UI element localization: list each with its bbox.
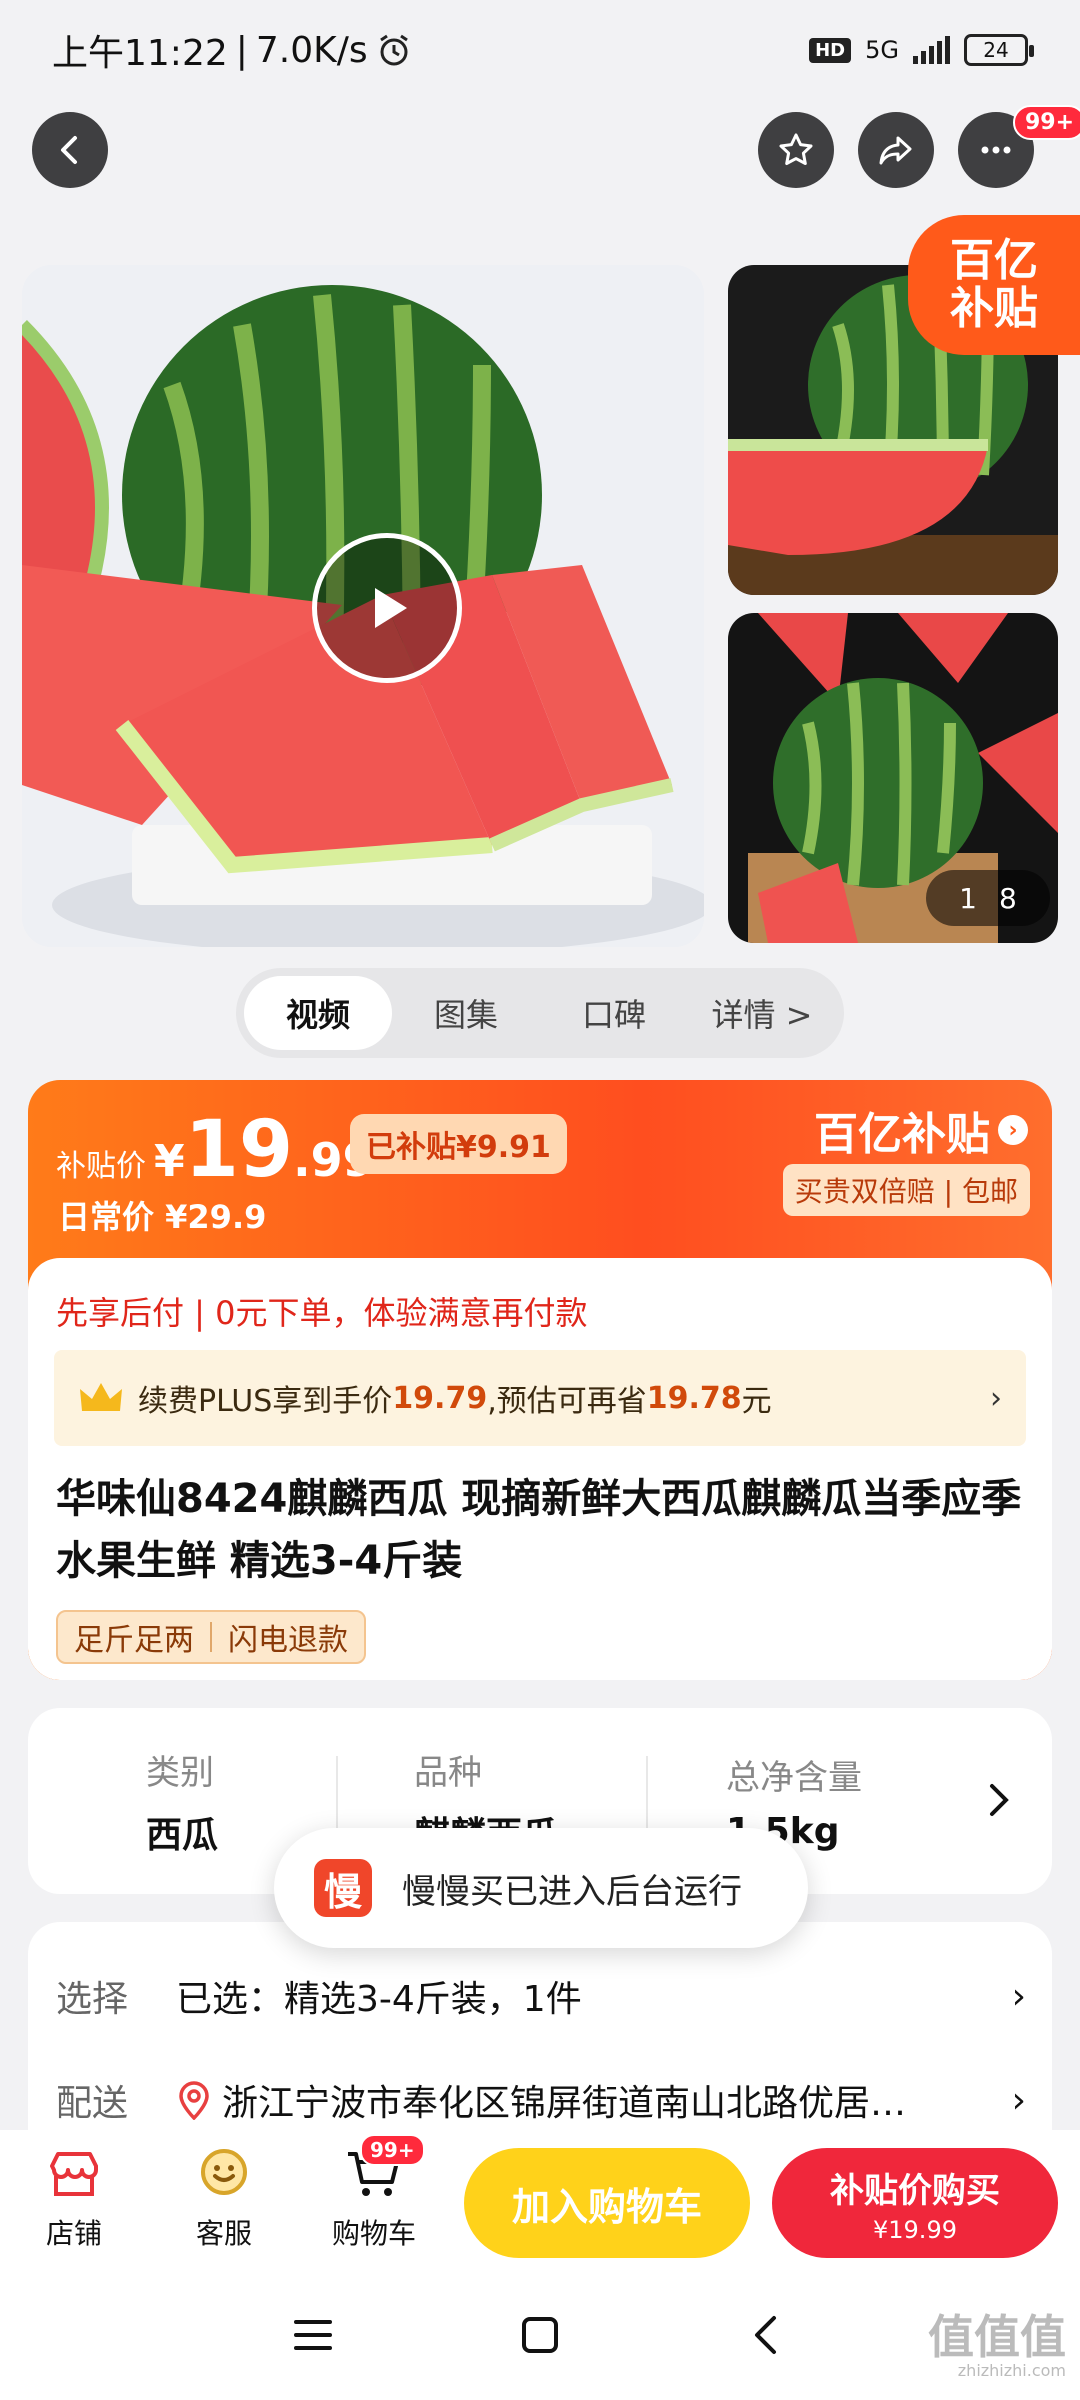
net-speed: 7.0K/s (255, 29, 368, 71)
media-tabs: 视频 图集 口碑 详情 > (236, 968, 844, 1058)
crown-icon (80, 1383, 122, 1411)
hd-badge: HD (809, 37, 852, 63)
subsidy-price: 补贴价 ¥ 19 .99 (56, 1105, 375, 1195)
tab-reviews[interactable]: 口碑 (540, 976, 688, 1050)
add-to-cart-button[interactable]: 加入购物车 (464, 2148, 750, 2258)
background-toast: 慢 慢慢买已进入后台运行 (274, 1828, 808, 1948)
battery-icon: 24 (964, 34, 1034, 66)
buy-now-button[interactable]: 补贴价购买 ¥19.99 (772, 2148, 1058, 2258)
plus-promo-bar[interactable]: 续费PLUS享到手价 19.79 ,预估可再省 19.78 元 › (54, 1350, 1026, 1446)
share-button[interactable] (858, 112, 934, 188)
store-icon (50, 2152, 98, 2196)
status-right: HD 5G 24 (809, 34, 1034, 66)
product-info-panel: 先享后付 | 0元下单，体验满意再付款 续费PLUS享到手价 19.79 ,预估可再… (28, 1258, 1052, 1680)
chevron-right-icon: › (998, 1115, 1028, 1145)
chevron-left-icon (61, 136, 77, 164)
star-icon (779, 133, 813, 165)
service-tags: 足斤足两 闪电退款 (56, 1610, 366, 1664)
bottom-action-bar: 店铺 客服 购物车 99+ 加入购物车 补贴价购买 ¥19.99 (0, 2130, 1080, 2270)
play-icon (375, 588, 407, 628)
more-badge: 99+ (1013, 105, 1080, 140)
toast-text: 慢慢买已进入后台运行 (402, 1871, 742, 1912)
price-integer: 19 (184, 1105, 294, 1195)
subsidy-guarantee: 买贵双倍赔 | 包邮 (782, 1164, 1030, 1216)
system-nav-bar (0, 2270, 1080, 2400)
status-time: 上午11:22 (52, 33, 228, 74)
price-card: 补贴价 ¥ 19 .99 已补贴¥9.91 日常价 ¥29.9 百亿补贴 › 买… (28, 1080, 1052, 1680)
chevron-right-icon: › (990, 1380, 1002, 1416)
play-button[interactable] (312, 533, 462, 683)
back-button[interactable] (32, 112, 108, 188)
customer-service-button[interactable]: 客服 (164, 2144, 284, 2252)
chevron-right-icon (990, 1784, 1009, 1816)
network-type: 5G (865, 36, 899, 64)
subsidy-corner-tag: 百亿 补贴 (908, 215, 1080, 355)
alarm-icon (379, 34, 408, 66)
delivery-row[interactable]: 配送 浙江宁波市奉化区锦屏街道南山北路优居… › (56, 2074, 1026, 2126)
selection-card: 选择 已选：精选3-4斤装，1件 › 配送 浙江宁波市奉化区锦屏街道南山北路优居… (28, 1922, 1052, 2152)
tag-full-weight: 足斤足两 (74, 1623, 194, 1658)
tag-quick-refund: 闪电退款 (228, 1623, 348, 1658)
subsidy-amount-badge: 已补贴¥9.91 (350, 1114, 567, 1174)
tab-details[interactable]: 详情 > (688, 976, 836, 1050)
pay-later-text[interactable]: 先享后付 | 0元下单，体验满意再付款 (56, 1288, 588, 1334)
shop-button[interactable]: 店铺 (14, 2144, 134, 2252)
favorite-button[interactable] (758, 112, 834, 188)
main-product-video[interactable] (22, 265, 704, 947)
price-label: 补贴价 (56, 1149, 146, 1184)
image-counter: 1 8 (926, 870, 1050, 926)
chevron-right-icon: › (1011, 2079, 1026, 2121)
chevron-right-icon: › (1011, 1975, 1026, 2017)
more-dots-icon (981, 146, 1011, 154)
watermark: 值值值 zhizhizhi.com (928, 2310, 1066, 2380)
tab-gallery[interactable]: 图集 (392, 976, 540, 1050)
home-square-icon[interactable] (517, 2312, 563, 2358)
back-nav-icon[interactable] (744, 2312, 790, 2358)
status-bar: 上午11:22 | 7.0K/s HD 5G 24 (0, 0, 1080, 100)
chat-service-icon (201, 2149, 247, 2195)
select-spec-row[interactable]: 选择 已选：精选3-4斤装，1件 › (56, 1970, 1026, 2022)
product-title: 华味仙8424麒麟西瓜 现摘新鲜大西瓜麒麟瓜当季应季水果生鲜 精选3-4斤装 (56, 1476, 1022, 1584)
menu-icon[interactable] (290, 2312, 336, 2358)
spec-category: 类别 西瓜 (146, 1752, 219, 1856)
signal-icon (913, 36, 950, 64)
location-pin-icon (179, 2081, 209, 2120)
share-icon (879, 136, 912, 165)
cart-count-badge: 99+ (360, 2134, 425, 2166)
status-left: 上午11:22 | 7.0K/s (52, 24, 412, 76)
daily-price: 日常价 ¥29.9 (58, 1198, 267, 1236)
subsidy-brand-link[interactable]: 百亿补贴 › (814, 1098, 1028, 1162)
tab-video[interactable]: 视频 (244, 976, 392, 1050)
battery-level: 24 (983, 38, 1009, 62)
manmanmai-app-icon: 慢 (314, 1859, 372, 1917)
